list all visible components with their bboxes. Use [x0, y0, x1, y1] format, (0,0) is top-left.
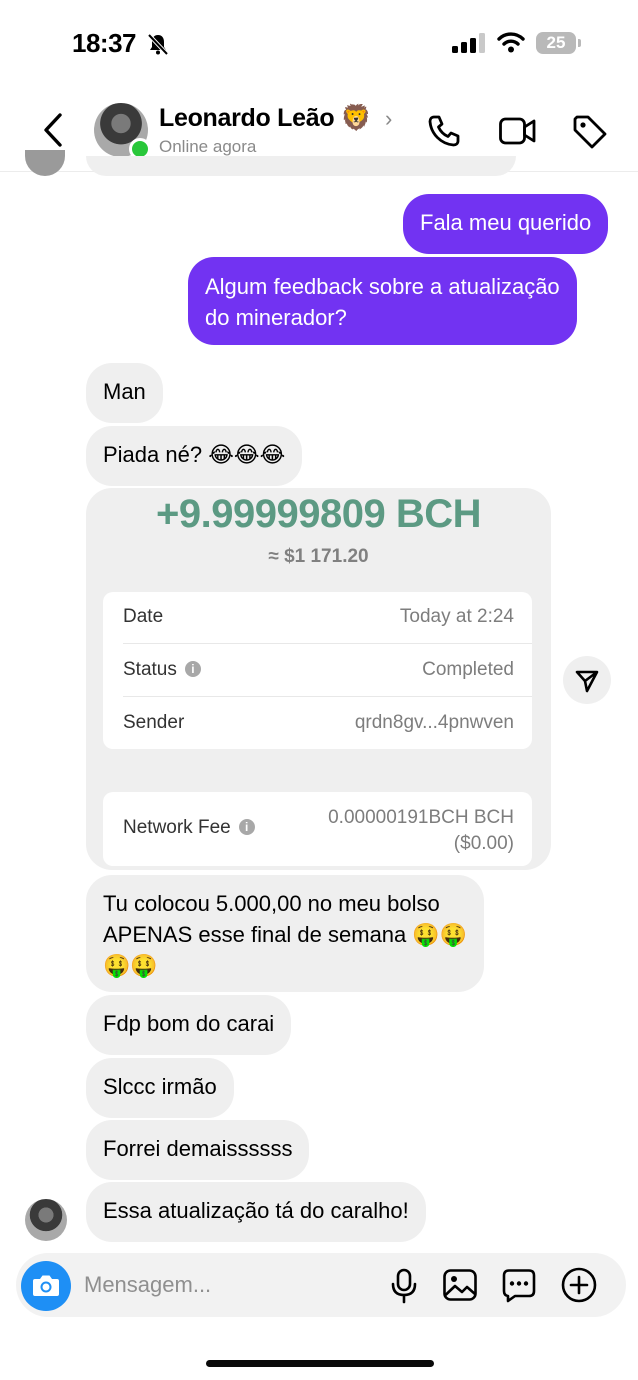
message-incoming[interactable]: Slccc irmão: [86, 1058, 234, 1118]
message-line: Tu colocou 5.000,00 no meu bolso: [103, 891, 440, 916]
contact-name[interactable]: Leonardo Leão 🦁: [159, 104, 372, 133]
detail-label-sender: Sender: [123, 712, 185, 733]
camera-icon: [33, 1275, 59, 1296]
contact-status: Online agora: [159, 137, 257, 156]
message-incoming[interactable]: Tu colocou 5.000,00 no meu bolso APENAS …: [86, 875, 485, 992]
sender-avatar[interactable]: [25, 1199, 67, 1241]
fee-value-line: 0.00000191BCH BCH: [328, 807, 514, 828]
bell-slash-icon: [147, 33, 169, 56]
fee-label-text: Network Fee: [123, 817, 231, 838]
video-icon[interactable]: [498, 113, 538, 149]
battery-icon: 25: [536, 32, 576, 54]
detail-value-status: Completed: [422, 659, 514, 680]
detail-divider: [123, 696, 532, 697]
home-indicator: [206, 1360, 434, 1367]
message-line: APENAS esse final de semana 🤑🤑: [103, 922, 468, 947]
message-bubble-partial: [86, 156, 516, 176]
share-button[interactable]: [563, 656, 611, 704]
detail-divider: [123, 643, 532, 644]
transaction-amount: +9.99999809 BCH: [156, 492, 481, 536]
detail-label-status: Status i: [123, 659, 201, 681]
detail-value-sender: qrdn8gv...4pnwven: [354, 712, 514, 733]
message-incoming[interactable]: Piada né? 😂😂😂: [86, 426, 303, 486]
fee-value-line: ($0.00): [453, 833, 514, 854]
plus-icon[interactable]: [560, 1266, 598, 1304]
image-icon[interactable]: [442, 1267, 478, 1303]
message-outgoing[interactable]: Algum feedback sobre a atualização do mi…: [188, 257, 577, 345]
send-icon: [575, 670, 599, 693]
sticker-icon[interactable]: [501, 1267, 537, 1303]
sender-avatar-partial: [25, 150, 65, 176]
message-incoming[interactable]: Forrei demaissssss: [86, 1120, 310, 1180]
detail-label-date: Date: [123, 606, 164, 627]
detail-value-date: Today at 2:24: [399, 606, 514, 627]
message-line: do minerador?: [205, 305, 347, 330]
message-line: 🤑🤑: [103, 953, 158, 978]
info-icon: i: [184, 661, 201, 677]
fee-label: Network Fee i: [123, 817, 255, 839]
message-outgoing[interactable]: Fala meu querido: [403, 194, 609, 254]
chevron-right-icon[interactable]: ›: [385, 106, 392, 132]
message-incoming[interactable]: Man: [86, 363, 163, 423]
tag-icon[interactable]: [571, 113, 609, 151]
signal-icon: [452, 33, 485, 53]
camera-button[interactable]: [21, 1261, 71, 1311]
status-time: 18:37: [72, 28, 137, 58]
info-icon: i: [238, 819, 255, 835]
battery-nub: [578, 39, 581, 47]
message-incoming[interactable]: Fdp bom do carai: [86, 995, 292, 1055]
message-input[interactable]: [84, 1265, 364, 1305]
status-label-text: Status: [123, 659, 177, 680]
microphone-icon[interactable]: [389, 1268, 419, 1304]
message-line: Algum feedback sobre a atualização: [205, 274, 560, 299]
fee-value: 0.00000191BCH BCH ($0.00): [328, 805, 514, 857]
back-arrow-icon[interactable]: [38, 112, 70, 148]
message-incoming[interactable]: Essa atualização tá do caralho!: [86, 1182, 426, 1242]
wifi-icon: [497, 32, 525, 53]
phone-icon[interactable]: [426, 113, 462, 149]
transaction-fiat-value: ≈ $1 171.20: [268, 546, 369, 567]
